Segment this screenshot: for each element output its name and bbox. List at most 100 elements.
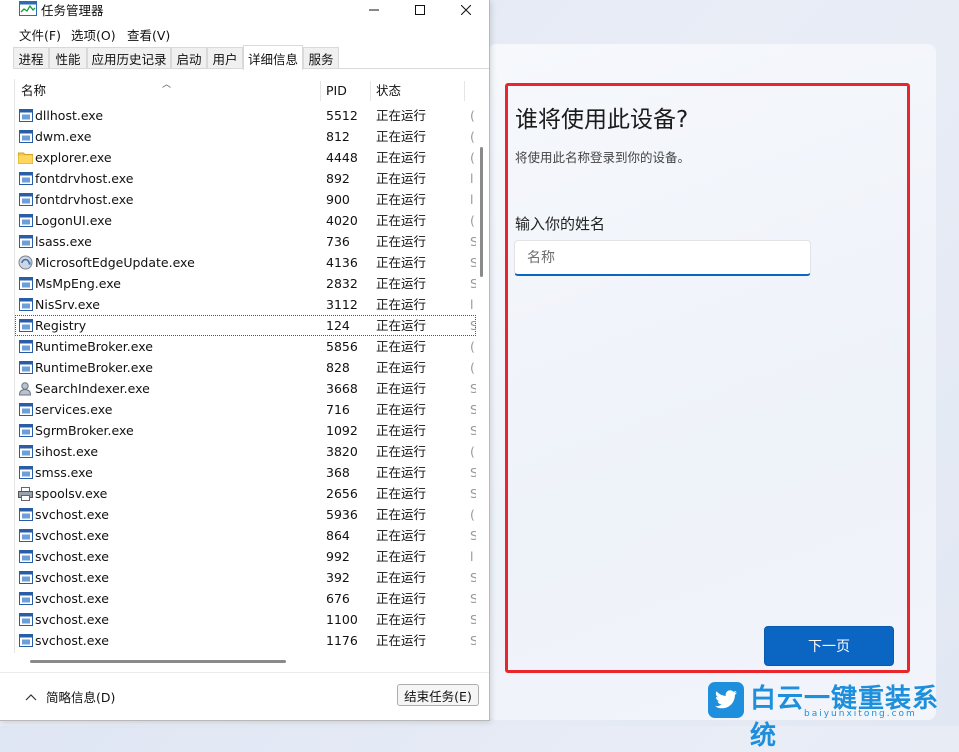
name-input[interactable] <box>514 240 811 276</box>
tab-processes[interactable]: 进程 <box>13 47 49 69</box>
table-row[interactable]: svchost.exe1100正在运行S <box>15 609 476 630</box>
process-status: 正在运行 <box>376 465 427 480</box>
table-row[interactable]: svchost.exe392正在运行S <box>15 567 476 588</box>
process-name: fontdrvhost.exe <box>35 192 134 207</box>
table-row[interactable]: services.exe716正在运行S <box>15 399 476 420</box>
app-window-icon <box>18 507 33 522</box>
app-window-icon <box>18 360 33 375</box>
close-icon <box>461 5 471 15</box>
process-name: svchost.exe <box>35 612 109 627</box>
process-pid: 5512 <box>326 108 358 123</box>
process-name: MicrosoftEdgeUpdate.exe <box>35 255 195 270</box>
page-title: 谁将使用此设备? <box>515 107 689 133</box>
process-name: svchost.exe <box>35 633 109 648</box>
process-status: 正在运行 <box>376 528 427 543</box>
table-row[interactable]: SearchIndexer.exe3668正在运行S <box>15 378 476 399</box>
column-header-pid[interactable]: PID <box>320 79 374 103</box>
horizontal-scroll-thumb[interactable] <box>30 660 286 663</box>
process-name: MsMpEng.exe <box>35 276 121 291</box>
search-indexer-icon <box>18 381 33 396</box>
menu-view[interactable]: 查看(V) <box>127 25 170 44</box>
process-name: svchost.exe <box>35 549 109 564</box>
table-row[interactable]: svchost.exe1176正在运行S <box>15 630 476 651</box>
vertical-scroll-thumb[interactable] <box>480 147 483 277</box>
menu-file[interactable]: 文件(F) <box>19 25 61 44</box>
app-window-icon <box>18 528 33 543</box>
app-window-icon <box>18 192 33 207</box>
table-row[interactable]: LogonUI.exe 4020 正在运行( <box>15 210 476 231</box>
column-header-status[interactable]: 状态 <box>370 79 464 103</box>
process-status: 正在运行 <box>376 213 427 228</box>
end-task-button[interactable]: 结束任务(E) <box>397 684 479 706</box>
table-row[interactable]: MsMpEng.exe2832正在运行S <box>15 273 476 294</box>
process-status: 正在运行 <box>376 486 427 501</box>
minimize-button[interactable] <box>351 0 397 20</box>
next-button-label: 下一页 <box>808 639 850 655</box>
table-row[interactable]: fontdrvhost.exe 892 正在运行 l <box>15 168 476 189</box>
table-row[interactable]: smss.exe368正在运行S <box>15 462 476 483</box>
table-body: dllhost.exe 5512 正在运行(dwm.exe 812 正在运行(explo… <box>15 105 476 651</box>
tab-app-history[interactable]: 应用历史记录 <box>87 47 171 69</box>
tab-users[interactable]: 用户 <box>207 47 243 69</box>
table-row[interactable]: MicrosoftEdgeUpdate.exe4136正在运行S <box>15 252 476 273</box>
process-pid: 2832 <box>326 276 358 291</box>
table-row[interactable]: dwm.exe 812 正在运行( <box>15 126 476 147</box>
tab-performance[interactable]: 性能 <box>49 47 87 69</box>
menu-options[interactable]: 选项(O) <box>71 25 116 44</box>
table-row[interactable]: fontdrvhost.exe 900 正在运行 l <box>15 189 476 210</box>
app-window-icon <box>18 318 33 333</box>
app-window-icon <box>18 612 33 627</box>
tab-services[interactable]: 服务 <box>303 47 339 69</box>
table-row[interactable]: Registry124正在运行S <box>15 315 476 336</box>
process-status: 正在运行 <box>376 276 427 291</box>
folder-icon <box>18 150 33 165</box>
page-subtitle: 将使用此名称登录到你的设备。 <box>515 150 691 165</box>
app-window-icon <box>18 234 33 249</box>
app-window-icon <box>18 465 33 480</box>
process-name: SearchIndexer.exe <box>35 381 150 396</box>
process-name: svchost.exe <box>35 591 109 606</box>
table-row[interactable]: explorer.exe 4448 正在运行( <box>15 147 476 168</box>
table-row[interactable]: lsass.exe736正在运行S <box>15 231 476 252</box>
process-name: lsass.exe <box>35 234 92 249</box>
tab-details[interactable]: 详细信息 <box>243 45 303 70</box>
table-row[interactable]: SgrmBroker.exe1092正在运行S <box>15 420 476 441</box>
tab-startup[interactable]: 启动 <box>171 47 207 69</box>
table-row[interactable]: svchost.exe 992 正在运行 l <box>15 546 476 567</box>
table-row[interactable]: RuntimeBroker.exe 5856 正在运行( <box>15 336 476 357</box>
app-window-icon <box>18 129 33 144</box>
table-row[interactable]: spoolsv.exe2656正在运行S <box>15 483 476 504</box>
process-pid: 2656 <box>326 486 358 501</box>
less-info-toggle[interactable]: 简略信息(D) <box>25 687 115 706</box>
process-name: Registry <box>35 318 87 333</box>
process-pid: 5856 <box>326 339 358 354</box>
process-pid: 892 <box>326 171 350 186</box>
process-status: 正在运行 <box>376 297 427 312</box>
process-status: 正在运行 <box>376 150 427 165</box>
table-row[interactable]: dllhost.exe 5512 正在运行( <box>15 105 476 126</box>
process-pid: 3820 <box>326 444 358 459</box>
table-row[interactable]: svchost.exe 5936 正在运行( <box>15 504 476 525</box>
process-pid: 864 <box>326 528 350 543</box>
process-name: svchost.exe <box>35 528 109 543</box>
maximize-button[interactable] <box>397 0 443 20</box>
column-divider[interactable] <box>464 81 465 101</box>
horizontal-scrollbar[interactable] <box>14 653 476 667</box>
watermark: 白云一键重装系统 baiyunxitong.com <box>708 682 953 751</box>
close-button[interactable] <box>443 0 489 20</box>
app-window-icon <box>18 444 33 459</box>
table-row[interactable]: NisSrv.exe 3112 正在运行 l <box>15 294 476 315</box>
column-header-name[interactable]: 名称 <box>15 79 320 103</box>
process-name: smss.exe <box>35 465 93 480</box>
process-name: RuntimeBroker.exe <box>35 339 153 354</box>
process-pid: 3112 <box>326 297 358 312</box>
vertical-scrollbar[interactable] <box>476 79 489 653</box>
next-button[interactable]: 下一页 <box>764 626 894 666</box>
table-row[interactable]: svchost.exe676正在运行S <box>15 588 476 609</box>
process-name: sihost.exe <box>35 444 99 459</box>
title-bar[interactable]: 任务管理器 <box>0 0 489 22</box>
watermark-url: baiyunxitong.com <box>804 709 917 719</box>
table-row[interactable]: RuntimeBroker.exe 828 正在运行( <box>15 357 476 378</box>
table-row[interactable]: svchost.exe864正在运行S <box>15 525 476 546</box>
table-row[interactable]: sihost.exe 3820 正在运行( <box>15 441 476 462</box>
